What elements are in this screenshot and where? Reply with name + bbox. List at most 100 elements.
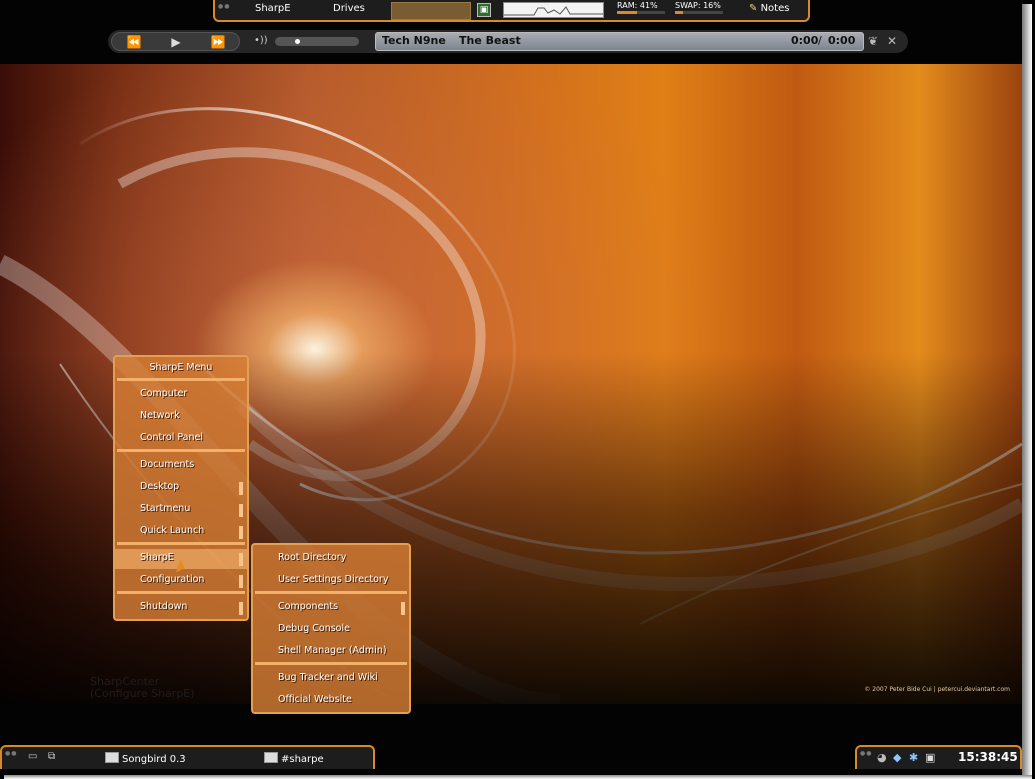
submenu-item-user-settings-directory[interactable]: User Settings Directory xyxy=(253,571,409,591)
songbird-icon[interactable]: ❦ xyxy=(868,34,878,48)
sharpcenter-tooltip: SharpCenter (Configure SharpE) xyxy=(90,676,195,700)
swap-label: SWAP: 16% xyxy=(675,1,721,10)
window-icon xyxy=(264,752,278,763)
connection-icon[interactable]: ▣ xyxy=(925,751,935,764)
swap-bar xyxy=(675,11,723,14)
submenu-item-root-directory[interactable]: Root Directory xyxy=(253,549,409,569)
submenu-item-debug-console[interactable]: Debug Console xyxy=(253,620,409,640)
cpu-graph-line xyxy=(504,6,603,16)
menu-item-label: Components xyxy=(278,601,339,612)
menu-item-startmenu[interactable]: Startmenu xyxy=(115,500,247,520)
submenu-arrow-icon xyxy=(239,602,243,615)
drives-button[interactable]: Drives xyxy=(333,3,365,14)
wallpaper-credit: © 2007 Peter Bide Cui | petercui.deviant… xyxy=(864,686,1010,693)
search-input[interactable] xyxy=(391,2,471,20)
track-display: Tech N9ne The Beast 0:00 / 0:00 xyxy=(375,32,864,51)
menu-item-label: SharpE xyxy=(140,552,174,563)
submenu-arrow-icon xyxy=(401,602,405,615)
menu-separator xyxy=(117,378,245,381)
ram-label: RAM: 41% xyxy=(617,1,658,10)
volume-icon[interactable]: •)) xyxy=(254,35,268,46)
task-label: #sharpe xyxy=(281,754,324,765)
menu-item-label: Control Panel xyxy=(140,432,203,443)
menu-item-label: Startmenu xyxy=(140,503,191,514)
submenu-item-official-website[interactable]: Official Website xyxy=(253,691,409,711)
cpu-graph xyxy=(503,2,604,18)
terminal-icon[interactable]: ▣ xyxy=(477,3,491,17)
window-icon xyxy=(105,752,119,763)
task-label: Songbird 0.3 xyxy=(122,754,186,765)
bar-grip-icon[interactable]: ●● xyxy=(5,750,17,757)
menu-item-label: Debug Console xyxy=(278,623,350,634)
sharpcenter-subtitle: (Configure SharpE) xyxy=(90,687,195,700)
menu-item-label: Configuration xyxy=(140,574,205,585)
screenshot-shadow-bottom xyxy=(4,775,1032,779)
seek-slider[interactable] xyxy=(275,37,359,46)
sharpe-button[interactable]: SharpE xyxy=(255,3,291,14)
menu-item-network[interactable]: Network xyxy=(115,407,247,427)
ram-bar-fill xyxy=(617,11,637,14)
notes-button[interactable]: ✎ Notes xyxy=(749,3,789,14)
menu-item-control-panel[interactable]: Control Panel xyxy=(115,429,247,449)
submenu-item-bug-tracker[interactable]: Bug Tracker and Wiki xyxy=(253,669,409,689)
swap-meter: SWAP: 16% xyxy=(675,1,723,14)
seek-knob[interactable] xyxy=(294,39,300,44)
menu-separator xyxy=(117,591,245,594)
menu-separator xyxy=(255,662,407,665)
track-title: The Beast xyxy=(459,34,521,47)
menu-item-label: Bug Tracker and Wiki xyxy=(278,672,378,683)
menu-item-documents[interactable]: Documents xyxy=(115,456,247,476)
task-songbird[interactable]: Songbird 0.3 xyxy=(105,752,186,765)
submenu-arrow-icon xyxy=(239,553,243,566)
screenshot-shadow xyxy=(1022,4,1032,777)
submenu-item-components[interactable]: Components xyxy=(253,598,409,618)
menu-item-shutdown[interactable]: Shutdown xyxy=(115,598,247,618)
submenu-arrow-icon xyxy=(239,482,243,495)
previous-icon[interactable]: ⏪ xyxy=(114,34,154,50)
bluetooth-icon[interactable]: ✱ xyxy=(909,751,918,764)
menu-item-label: Documents xyxy=(140,459,195,470)
sharpe-main-menu: SharpE Menu Computer Network Control Pan… xyxy=(113,355,249,621)
bar-grip-icon[interactable]: ●● xyxy=(860,750,872,757)
power-icon[interactable]: ◕ xyxy=(877,751,887,764)
system-tray: ●● ◕ ◆ ✱ ▣ 15:38:45 xyxy=(855,745,1022,769)
submenu-item-shell-manager[interactable]: Shell Manager (Admin) xyxy=(253,642,409,662)
submenu-arrow-icon xyxy=(239,526,243,539)
sharpe-submenu: Root Directory User Settings Directory C… xyxy=(251,543,411,714)
track-elapsed: 0:00 xyxy=(791,34,819,47)
menu-separator xyxy=(117,449,245,452)
task-sharpe-chat[interactable]: #sharpe xyxy=(264,752,324,765)
submenu-arrow-icon xyxy=(239,575,243,588)
media-controls: ⏪ ▶ ⏩ xyxy=(111,32,240,51)
track-separator: / xyxy=(818,34,822,47)
taskbar: ●● ▭ ⧉ Songbird 0.3 #sharpe xyxy=(0,745,375,769)
notes-icon: ✎ xyxy=(749,3,758,14)
ram-bar xyxy=(617,11,665,14)
menu-item-label: Network xyxy=(140,410,180,421)
menu-item-label: Quick Launch xyxy=(140,525,205,536)
swap-bar-fill xyxy=(675,11,683,14)
menu-item-label: User Settings Directory xyxy=(278,574,389,585)
menu-item-label: Official Website xyxy=(278,694,352,705)
play-icon[interactable]: ▶ xyxy=(156,34,196,50)
menu-item-computer[interactable]: Computer xyxy=(115,385,247,405)
show-desktop-icon[interactable]: ▭ xyxy=(28,751,37,762)
bar-grip-icon[interactable]: ●● xyxy=(218,3,230,10)
menu-item-label: Desktop xyxy=(140,481,180,492)
menu-separator xyxy=(117,542,245,545)
menu-item-quick-launch[interactable]: Quick Launch xyxy=(115,522,247,542)
network-icon[interactable]: ◆ xyxy=(893,751,901,764)
close-icon[interactable]: ✕ xyxy=(887,34,897,48)
desktop-screen: © 2007 Peter Bide Cui | petercui.deviant… xyxy=(0,0,1023,775)
next-icon[interactable]: ⏩ xyxy=(198,34,238,50)
menu-separator xyxy=(255,591,407,594)
switch-windows-icon[interactable]: ⧉ xyxy=(48,751,55,762)
notes-label: Notes xyxy=(760,3,790,14)
menu-item-label: Shell Manager (Admin) xyxy=(278,645,387,656)
media-player-bar: ⏪ ▶ ⏩ •)) Tech N9ne The Beast 0:00 / 0:0… xyxy=(108,30,908,53)
menu-item-label: Root Directory xyxy=(278,552,347,563)
menu-item-desktop[interactable]: Desktop xyxy=(115,478,247,498)
track-artist: Tech N9ne xyxy=(382,34,446,47)
top-bar: ●● SharpE Drives ▣ RAM: 41% SWAP: 16% ✎ … xyxy=(213,0,810,22)
menu-title: SharpE Menu xyxy=(149,362,213,373)
